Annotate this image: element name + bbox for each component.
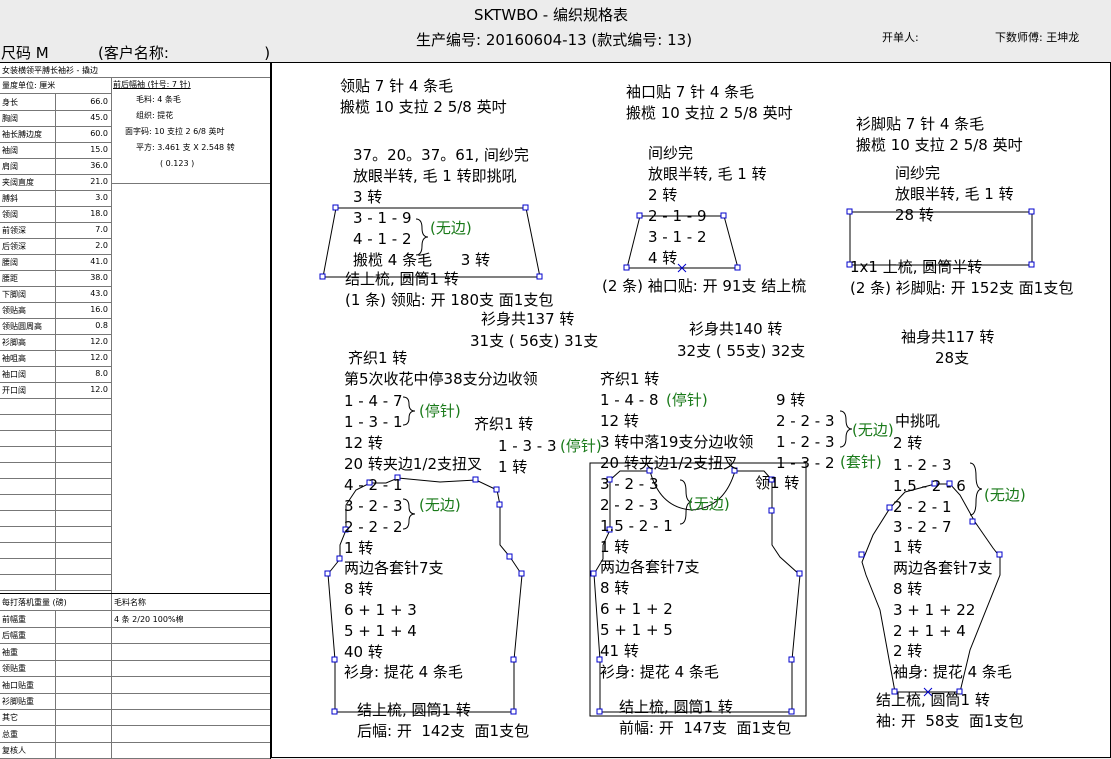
front-line-10: 两边各套针7支 bbox=[600, 558, 700, 576]
back-mid-3: 1 转 bbox=[498, 458, 528, 476]
cuff-line-7: 3 - 1 - 2 bbox=[648, 228, 707, 246]
hem-summary: (2 条) 衫脚贴: 开 152支 面1支包 bbox=[850, 279, 1074, 297]
front-line-11: 8 转 bbox=[600, 579, 630, 597]
back-line-4: 1 - 3 - 1 bbox=[344, 413, 403, 431]
cuff-line-6: 2 - 1 - 9 bbox=[648, 207, 707, 225]
back-line-9: 2 - 2 - 2 bbox=[344, 518, 403, 536]
back-line-17: 结上梳, 圆筒1 转 bbox=[357, 701, 471, 719]
sleeve-total: 袖身共117 转 bbox=[901, 328, 995, 346]
hem-line-6: 1x1 上梳, 圆筒半转 bbox=[850, 258, 983, 276]
collar-no-edge: (无边) bbox=[430, 219, 472, 237]
front-line-15: 衫身: 提花 4 条毛 bbox=[600, 663, 719, 681]
cuff-line-3: 间纱完 bbox=[648, 144, 694, 162]
sleeve-line-4: 1.5 - 2 - 6 bbox=[893, 477, 966, 495]
back-line-11: 两边各套针7支 bbox=[344, 559, 444, 577]
back-mid-1: 齐织1 转 bbox=[474, 415, 534, 433]
back-split: 31支 ( 56支) 31支 bbox=[470, 332, 599, 350]
cuff-line-4: 放眼半转, 毛 1 转 bbox=[648, 165, 767, 183]
front-line-5: 20 转夹边1/2支扭叉 bbox=[600, 454, 738, 472]
front-line-9: 1 转 bbox=[600, 538, 630, 556]
front-stop-needle: (停针) bbox=[666, 391, 708, 409]
collar-summary: (1 条) 领贴: 开 180支 面1支包 bbox=[345, 291, 554, 309]
sleeve-line-11: 2 + 1 + 4 bbox=[893, 622, 966, 640]
sleeve-line-1: 中挑吼 bbox=[895, 412, 941, 430]
hem-line-2: 搬榄 10 支拉 2 5/8 英吋 bbox=[856, 136, 1023, 154]
front-summary: 前幅: 开 147支 面1支包 bbox=[619, 719, 792, 737]
back-line-15: 40 转 bbox=[344, 643, 383, 661]
cuff-line-5: 2 转 bbox=[648, 186, 678, 204]
back-line-5: 12 转 bbox=[344, 434, 383, 452]
front-line-8: 1.5 - 2 - 1 bbox=[600, 517, 673, 535]
collar-line-1: 领贴 7 针 4 条毛 bbox=[340, 77, 454, 95]
back-summary: 后幅: 开 142支 面1支包 bbox=[357, 722, 530, 740]
back-no-edge: (无边) bbox=[419, 496, 461, 514]
sleeve-line-10: 3 + 1 + 22 bbox=[893, 601, 976, 619]
cuff-line-1: 袖口贴 7 针 4 条毛 bbox=[626, 83, 755, 101]
sleeve-line-6: 3 - 2 - 7 bbox=[893, 518, 952, 536]
sleeve-line-3: 1 - 2 - 3 bbox=[893, 456, 952, 474]
back-line-7: 4 - 2 - 1 bbox=[344, 476, 403, 494]
front-line-16: 结上梳, 圆筒1 转 bbox=[619, 698, 733, 716]
back-line-2: 第5次收花中停38支分边收领 bbox=[344, 370, 538, 388]
front-right-bind: (套针) bbox=[840, 453, 882, 471]
front-line-3: 12 转 bbox=[600, 412, 639, 430]
sleeve-line-7: 1 转 bbox=[893, 538, 923, 556]
sleeve-line-9: 8 转 bbox=[893, 580, 923, 598]
collar-line-6: 3 - 1 - 9 bbox=[353, 209, 412, 227]
front-line-14: 41 转 bbox=[600, 642, 639, 660]
back-line-1: 齐织1 转 bbox=[348, 349, 408, 367]
front-line-13: 5 + 1 + 5 bbox=[600, 621, 673, 639]
sleeve-line-8: 两边各套针7支 bbox=[893, 559, 993, 577]
front-line-4: 3 转中落19支分边收领 bbox=[600, 433, 754, 451]
hem-line-1: 衫脚贴 7 针 4 条毛 bbox=[856, 115, 985, 133]
sleeve-line-2: 2 转 bbox=[893, 434, 923, 452]
collar-line-2: 搬榄 10 支拉 2 5/8 英吋 bbox=[340, 98, 507, 116]
collar-line-7: 4 - 1 - 2 bbox=[353, 230, 412, 248]
back-mid-stop: (停针) bbox=[560, 437, 602, 455]
back-line-8: 3 - 2 - 3 bbox=[344, 497, 403, 515]
front-line-6: 3 - 2 - 3 bbox=[600, 475, 659, 493]
cuff-line-2: 搬榄 10 支拉 2 5/8 英吋 bbox=[626, 104, 793, 122]
front-right-5: 领1 转 bbox=[755, 474, 800, 492]
front-right-no-edge: (无边) bbox=[852, 421, 894, 439]
front-line-1: 齐织1 转 bbox=[600, 370, 660, 388]
front-right-4: 1 - 3 - 2 bbox=[776, 454, 835, 472]
cuff-summary: (2 条) 袖口贴: 开 91支 结上梳 bbox=[602, 277, 807, 295]
sleeve-line-14: 结上梳, 圆筒1 转 bbox=[876, 691, 990, 709]
front-split: 32支 ( 55支) 32支 bbox=[677, 342, 806, 360]
front-line-12: 6 + 1 + 2 bbox=[600, 600, 673, 618]
collar-line-5: 3 转 bbox=[353, 188, 383, 206]
front-right-2: 2 - 2 - 3 bbox=[776, 412, 835, 430]
hem-line-4: 放眼半转, 毛 1 转 bbox=[895, 185, 1014, 203]
front-no-edge: (无边) bbox=[688, 495, 730, 513]
sleeve-line-13: 袖身: 提花 4 条毛 bbox=[893, 663, 1012, 681]
sleeve-line-5: 2 - 2 - 1 bbox=[893, 498, 952, 516]
back-line-10: 1 转 bbox=[344, 539, 374, 557]
collar-line-9: 结上梳, 圆筒1 转 bbox=[345, 270, 459, 288]
sleeve-split: 28支 bbox=[935, 349, 970, 367]
sleeve-line-12: 2 转 bbox=[893, 642, 923, 660]
back-stop-needle: (停针) bbox=[419, 402, 461, 420]
collar-line-4: 放眼半转, 毛 1 转即挑吼 bbox=[353, 167, 517, 185]
front-right-3: 1 - 2 - 3 bbox=[776, 433, 835, 451]
sleeve-no-edge: (无边) bbox=[984, 486, 1026, 504]
hem-line-3: 间纱完 bbox=[895, 164, 941, 182]
back-line-6: 20 转夹边1/2支扭叉 bbox=[344, 455, 482, 473]
back-mid-2: 1 - 3 - 3 bbox=[498, 437, 557, 455]
back-line-13: 6 + 1 + 3 bbox=[344, 601, 417, 619]
front-right-1: 9 转 bbox=[776, 391, 806, 409]
back-line-3: 1 - 4 - 7 bbox=[344, 392, 403, 410]
front-total: 衫身共140 转 bbox=[689, 320, 783, 338]
cuff-line-8: 4 转 bbox=[648, 249, 678, 267]
back-line-12: 8 转 bbox=[344, 580, 374, 598]
front-line-2: 1 - 4 - 8 bbox=[600, 391, 659, 409]
back-line-14: 5 + 1 + 4 bbox=[344, 622, 417, 640]
collar-line-8: 搬榄 4 条毛 3 转 bbox=[353, 251, 491, 269]
sleeve-summary: 袖: 开 58支 面1支包 bbox=[876, 712, 1024, 730]
collar-line-3: 37。20。37。61, 间纱完 bbox=[353, 146, 529, 164]
back-line-16: 衫身: 提花 4 条毛 bbox=[344, 663, 463, 681]
back-total: 衫身共137 转 bbox=[481, 310, 575, 328]
front-line-7: 2 - 2 - 3 bbox=[600, 496, 659, 514]
hem-line-5: 28 转 bbox=[895, 206, 934, 224]
